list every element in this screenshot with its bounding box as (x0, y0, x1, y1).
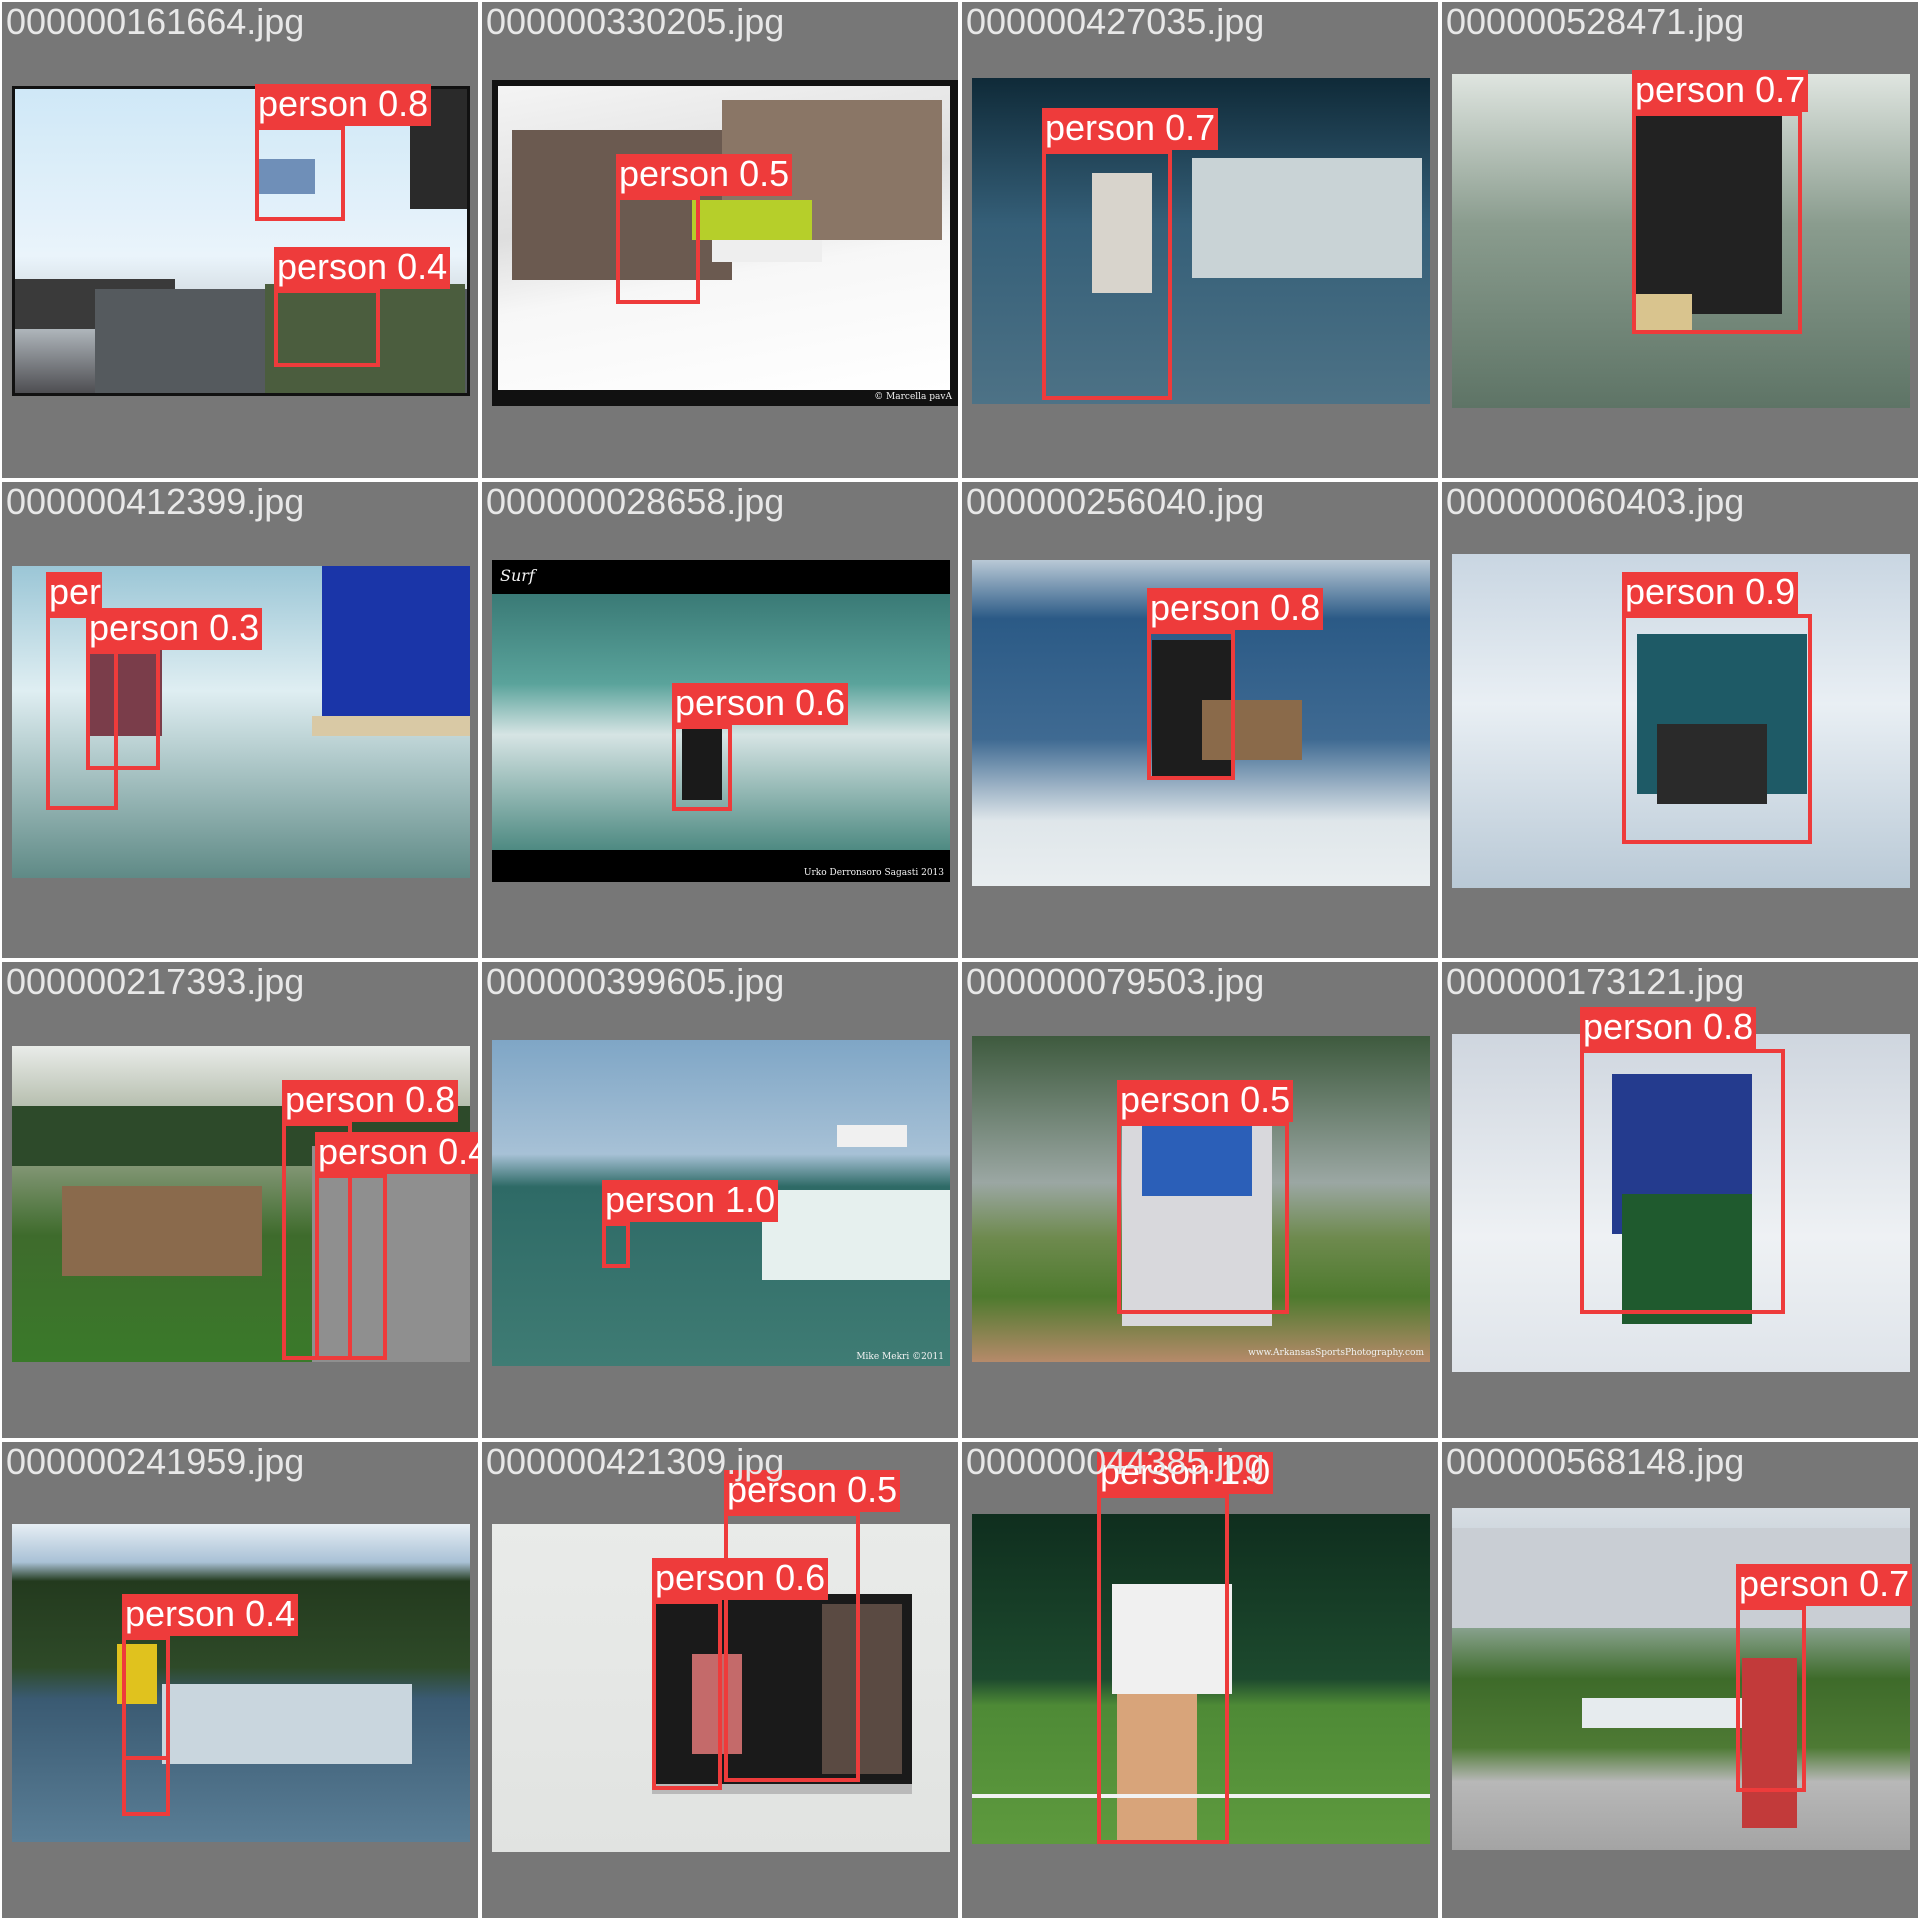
filename-label: 000000028658.jpg (486, 482, 785, 522)
detection-label: person 0.8 (1580, 1007, 1757, 1049)
photo-credit: www.ArkansasSportsPhotography.com (1248, 1348, 1424, 1358)
image-caption: Surf (500, 566, 535, 585)
detection-tile[interactable]: 000000241959.jpg person 0.4 (2, 1442, 478, 1918)
scene-shape (312, 716, 470, 736)
detection-tile[interactable]: 000000427035.jpg person 0.7 (962, 2, 1438, 478)
detection-tile[interactable]: 000000421309.jpg person 0.5 person 0.6 (482, 1442, 958, 1918)
detection-label: person 0.6 (652, 1558, 829, 1600)
scene-shape (762, 1190, 950, 1280)
detection-label: person 1.0 (602, 1180, 779, 1222)
bounding-box[interactable] (274, 289, 380, 367)
detection-label: person 0.4 (122, 1594, 299, 1636)
bounding-box[interactable] (255, 126, 345, 221)
photo-credit: Urko Derronsoro Sagasti 2013 (803, 868, 944, 878)
filename-label: 000000528471.jpg (1446, 2, 1745, 42)
photo-credit: Mike Mekri ©2011 (856, 1352, 944, 1362)
bounding-box[interactable] (1580, 1049, 1785, 1314)
scene-shape (1582, 1698, 1742, 1728)
detection-tile[interactable]: 000000060403.jpg person 0.9 (1442, 482, 1918, 958)
scene-shape (712, 240, 822, 262)
bounding-box[interactable] (122, 1756, 170, 1816)
detection-label: person 0.5 (1117, 1080, 1294, 1122)
bounding-box[interactable] (652, 1600, 722, 1790)
bounding-box[interactable] (122, 1636, 170, 1760)
detection-tile[interactable]: 000000028658.jpg Surf Urko Derronsoro Saga… (482, 482, 958, 958)
detection-tile[interactable]: 000000256040.jpg person 0.8 (962, 482, 1438, 958)
detection-grid: 000000161664.jpg person 0.8 person 0.4 0000… (0, 0, 1920, 1920)
bounding-box[interactable] (1736, 1606, 1806, 1792)
filename-label: 000000256040.jpg (966, 482, 1265, 522)
detection-tile[interactable]: 000000079503.jpg www.ArkansasSportsPhotog… (962, 962, 1438, 1438)
detection-label: person 0.8 (282, 1080, 459, 1122)
filename-label: 000000173121.jpg (1446, 962, 1745, 1002)
filename-label: 000000161664.jpg (6, 2, 305, 42)
filename-label: 000000241959.jpg (6, 1442, 305, 1482)
detection-tile[interactable]: 000000330205.jpg © Marcella pavA person 0.… (482, 2, 958, 478)
detection-label: person 0.6 (672, 683, 849, 725)
detection-label: person 0.4 (274, 247, 451, 289)
detection-tile[interactable]: 000000044385.jpg person 1.0 (962, 1442, 1438, 1918)
photo-thumbnail[interactable]: © Marcella pavA (492, 80, 958, 406)
bounding-box[interactable] (616, 196, 700, 304)
bounding-box[interactable] (1042, 150, 1172, 400)
scene-shape (62, 1186, 262, 1276)
detection-tile[interactable]: 000000217393.jpg person 0.8 person 0.4 (2, 962, 478, 1438)
detection-label: person 0.8 (255, 84, 432, 126)
filename-label: 000000421309.jpg (486, 1442, 785, 1482)
filename-label: 000000079503.jpg (966, 962, 1265, 1002)
filename-label: 000000427035.jpg (966, 2, 1265, 42)
detection-tile[interactable]: 000000399605.jpg Mike Mekri ©2011 person 1… (482, 962, 958, 1438)
detection-label: person 0.9 (1622, 572, 1799, 614)
detection-tile[interactable]: 000000173121.jpg person 0.8 (1442, 962, 1918, 1438)
detection-label: person 0.5 (616, 154, 793, 196)
detection-tile[interactable]: 000000528471.jpg person 0.7 (1442, 2, 1918, 478)
filename-label: 000000060403.jpg (1446, 482, 1745, 522)
scene-shape (162, 1684, 412, 1764)
detection-label: person 0.4 (315, 1132, 478, 1174)
filename-label: 000000217393.jpg (6, 962, 305, 1002)
filename-label: 000000412399.jpg (6, 482, 305, 522)
photo-thumbnail[interactable] (1452, 1508, 1910, 1850)
photo-credit: © Marcella pavA (874, 392, 952, 402)
bounding-box[interactable] (315, 1174, 387, 1360)
detection-label: person 0.7 (1632, 70, 1809, 112)
bounding-box[interactable] (1117, 1122, 1289, 1314)
detection-label: person 0.7 (1736, 1564, 1913, 1606)
bounding-box[interactable] (724, 1512, 860, 1782)
filename-label: 000000399605.jpg (486, 962, 785, 1002)
filename-label: 000000330205.jpg (486, 2, 785, 42)
filename-label: 000000044385.jpg (966, 1442, 1265, 1482)
scene-shape (1192, 158, 1422, 278)
detection-tile[interactable]: 000000568148.jpg person 0.7 (1442, 1442, 1918, 1918)
scene-shape (837, 1125, 907, 1147)
photo-thumbnail[interactable] (12, 1524, 470, 1842)
detection-label: person 0.7 (1042, 108, 1219, 150)
detection-tile[interactable]: 000000412399.jpgperson 0.3person 0.3 (2, 482, 478, 958)
bounding-box[interactable] (1097, 1494, 1229, 1844)
detection-tile[interactable]: 000000161664.jpg person 0.8 person 0.4 (2, 2, 478, 478)
filename-label: 000000568148.jpg (1446, 1442, 1745, 1482)
bounding-box[interactable] (1622, 614, 1812, 844)
scene-shape (322, 566, 470, 716)
bounding-box[interactable] (1632, 112, 1802, 334)
scene-shape (692, 200, 812, 240)
bounding-box[interactable] (602, 1222, 630, 1268)
detection-label: person 0.8 (1147, 588, 1324, 630)
bounding-box[interactable] (86, 650, 160, 770)
bounding-box[interactable] (672, 725, 732, 811)
bounding-box[interactable] (1147, 630, 1235, 780)
photo-thumbnail[interactable] (12, 86, 470, 396)
detection-label: person 0.3 (86, 608, 263, 650)
